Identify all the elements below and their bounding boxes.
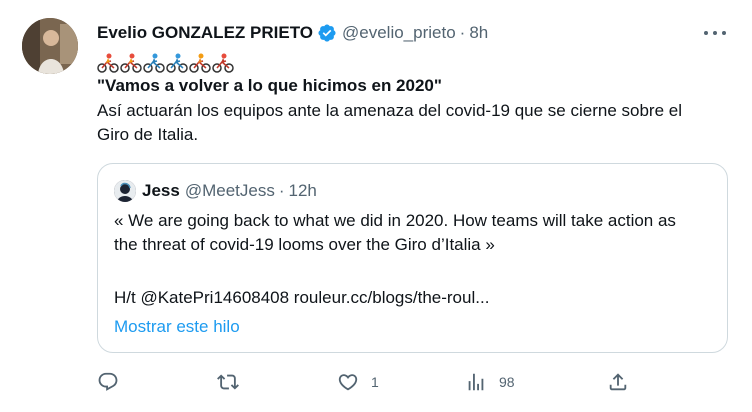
tweet-body: Así actuarán los equipos ante la amenaza…	[97, 101, 682, 144]
cyclist-emoji	[166, 53, 188, 73]
separator-dot: ·	[278, 181, 285, 200]
quoted-tweet[interactable]: Jess @MeetJess · 12h « We are going back…	[97, 163, 728, 353]
tweet-header: Evelio GONZALEZ PRIETO @evelio_prieto · …	[97, 20, 488, 46]
author-avatar[interactable]	[22, 18, 78, 74]
show-thread-link[interactable]: Mostrar este hilo	[114, 315, 240, 339]
cyclist-emoji	[212, 53, 234, 73]
tweet-timestamp[interactable]: 8h	[469, 23, 488, 43]
like-button[interactable]: 1	[337, 370, 379, 394]
cyclist-emoji	[120, 53, 142, 73]
views-count: 98	[499, 374, 515, 390]
author-handle[interactable]: @evelio_prieto	[342, 23, 456, 43]
cyclist-emoji	[143, 53, 165, 73]
cyclist-emoji	[97, 53, 119, 73]
more-icon[interactable]	[704, 24, 726, 42]
quoted-tweet-header: Jess @MeetJess · 12h	[114, 179, 317, 203]
verified-badge-icon	[317, 23, 337, 43]
tweet-headline: "Vamos a volver a lo que hicimos en 2020…	[97, 76, 442, 95]
share-icon	[609, 373, 627, 391]
cyclist-emoji-row	[97, 52, 234, 74]
avatar-image	[22, 18, 78, 74]
quoted-author-avatar	[114, 180, 136, 202]
reply-icon	[98, 372, 118, 391]
quoted-author-handle: @MeetJess	[184, 181, 275, 200]
retweet-button[interactable]	[217, 370, 251, 394]
tweet-action-bar: 1 98	[97, 370, 637, 394]
quoted-tweet-links: H/t @KatePri14608408 rouleur.cc/blogs/th…	[114, 288, 490, 307]
views-icon	[468, 373, 484, 391]
like-count: 1	[371, 374, 379, 390]
retweet-icon	[217, 374, 239, 390]
cyclist-emoji	[189, 53, 211, 73]
reply-button[interactable]	[97, 370, 131, 394]
quoted-tweet-timestamp: 12h	[288, 181, 317, 200]
views-button[interactable]: 98	[465, 370, 515, 394]
share-button[interactable]	[607, 370, 629, 394]
separator-dot: ·	[459, 23, 466, 42]
quoted-tweet-text: « We are going back to what we did in 20…	[114, 211, 676, 254]
like-icon	[338, 374, 358, 391]
quoted-author-name: Jess	[142, 181, 180, 200]
author-name[interactable]: Evelio GONZALEZ PRIETO	[97, 23, 313, 43]
